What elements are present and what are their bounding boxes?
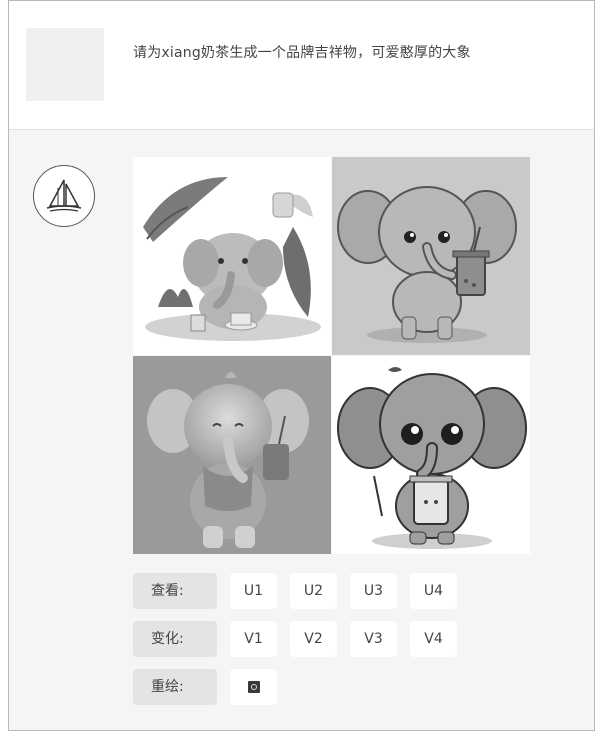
vary-label: 变化:: [133, 621, 217, 657]
chat-panel: 请为xiang奶茶生成一个品牌吉祥物，可爱憨厚的大象 查看: U1 U2 U3 …: [8, 0, 595, 731]
user-avatar: [26, 28, 104, 101]
variation-v4-button[interactable]: V4: [410, 621, 457, 657]
view-label: 查看:: [133, 573, 217, 609]
result-image-4[interactable]: [332, 356, 530, 554]
redo-label: 重绘:: [133, 669, 217, 705]
reroll-button[interactable]: [230, 669, 277, 705]
user-prompt-text: 请为xiang奶茶生成一个品牌吉祥物，可爱憨厚的大象: [133, 45, 471, 61]
variation-v3-button[interactable]: V3: [350, 621, 397, 657]
user-message: 请为xiang奶茶生成一个品牌吉祥物，可爱憨厚的大象: [9, 1, 594, 130]
upscale-u1-button[interactable]: U1: [230, 573, 277, 609]
result-image-1[interactable]: [133, 157, 331, 355]
upscale-u3-button[interactable]: U3: [350, 573, 397, 609]
sailboat-icon: [46, 179, 82, 212]
result-image-3[interactable]: [133, 356, 331, 554]
reroll-icon: [247, 681, 260, 693]
variation-v1-button[interactable]: V1: [230, 621, 277, 657]
bot-avatar: [33, 165, 95, 227]
upscale-u2-button[interactable]: U2: [290, 573, 337, 609]
upscale-u4-button[interactable]: U4: [410, 573, 457, 609]
result-image-grid: [133, 157, 531, 554]
result-image-2[interactable]: [332, 157, 530, 355]
variation-v2-button[interactable]: V2: [290, 621, 337, 657]
